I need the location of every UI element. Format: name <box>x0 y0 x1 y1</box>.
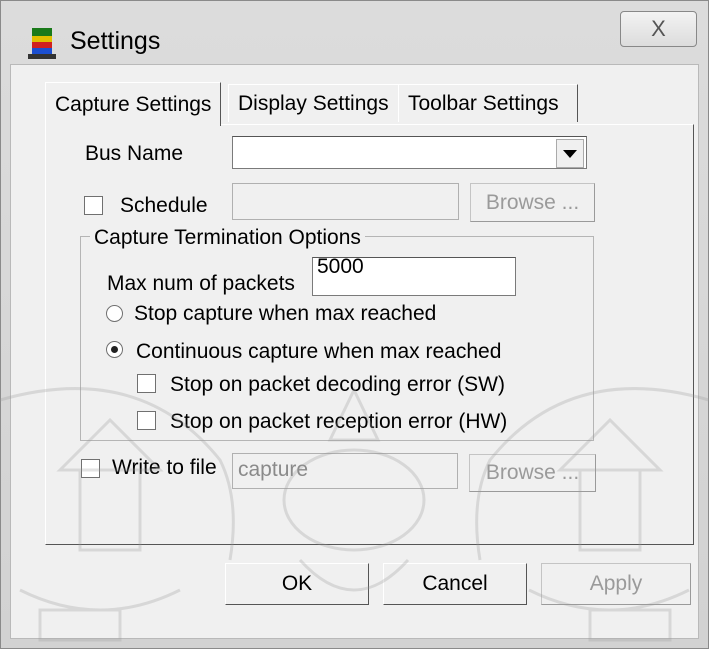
stop-decoding-error-label: Stop on packet decoding error (SW) <box>170 373 505 396</box>
write-to-file-label: Write to file <box>112 456 217 479</box>
continuous-capture-label: Continuous capture when max reached <box>136 340 502 363</box>
tab-label: Capture Settings <box>55 92 212 116</box>
schedule-field[interactable] <box>232 183 459 220</box>
chevron-down-icon[interactable] <box>556 139 584 168</box>
stop-decoding-error-checkbox[interactable] <box>137 374 156 393</box>
stop-reception-error-checkbox[interactable] <box>137 411 156 430</box>
tab-label: Display Settings <box>238 91 389 115</box>
tab-toolbar-settings[interactable]: Toolbar Settings <box>398 84 578 122</box>
ok-label: OK <box>281 572 313 595</box>
max-packets-value: 5000 <box>317 255 364 278</box>
cancel-label: Cancel <box>422 572 488 595</box>
browse-label: Browse ... <box>485 190 580 214</box>
browse-label: Browse ... <box>485 461 580 484</box>
max-packets-input[interactable]: 5000 <box>312 255 516 296</box>
write-to-file-checkbox[interactable] <box>81 459 100 478</box>
file-browse-button[interactable]: Browse ... <box>469 454 596 492</box>
apply-button[interactable]: Apply <box>541 563 691 605</box>
settings-app-icon <box>28 28 58 60</box>
tab-label: Toolbar Settings <box>408 91 559 115</box>
stop-reception-error-label: Stop on packet reception error (HW) <box>170 410 508 433</box>
bus-name-dropdown[interactable] <box>232 136 587 169</box>
file-name-field[interactable]: capture <box>232 453 458 489</box>
close-button[interactable]: X <box>620 11 697 47</box>
continuous-capture-radio[interactable] <box>106 341 123 358</box>
window-title: Settings <box>70 27 161 55</box>
file-name-value: capture <box>238 458 309 481</box>
ok-button[interactable]: OK <box>225 563 369 605</box>
tab-display-settings[interactable]: Display Settings <box>228 84 399 122</box>
stop-capture-label: Stop capture when max reached <box>134 302 437 325</box>
schedule-label: Schedule <box>120 194 208 217</box>
schedule-browse-button[interactable]: Browse ... <box>470 183 595 222</box>
max-packets-label: Max num of packets <box>107 272 295 295</box>
cancel-button[interactable]: Cancel <box>383 563 527 605</box>
tab-capture-settings[interactable]: Capture Settings <box>45 82 222 126</box>
group-title: Capture Termination Options <box>90 226 365 250</box>
schedule-checkbox[interactable] <box>84 196 103 215</box>
apply-label: Apply <box>589 572 643 595</box>
close-icon: X <box>651 16 666 41</box>
stop-capture-radio[interactable] <box>106 305 123 322</box>
bus-name-label: Bus Name <box>85 142 184 165</box>
